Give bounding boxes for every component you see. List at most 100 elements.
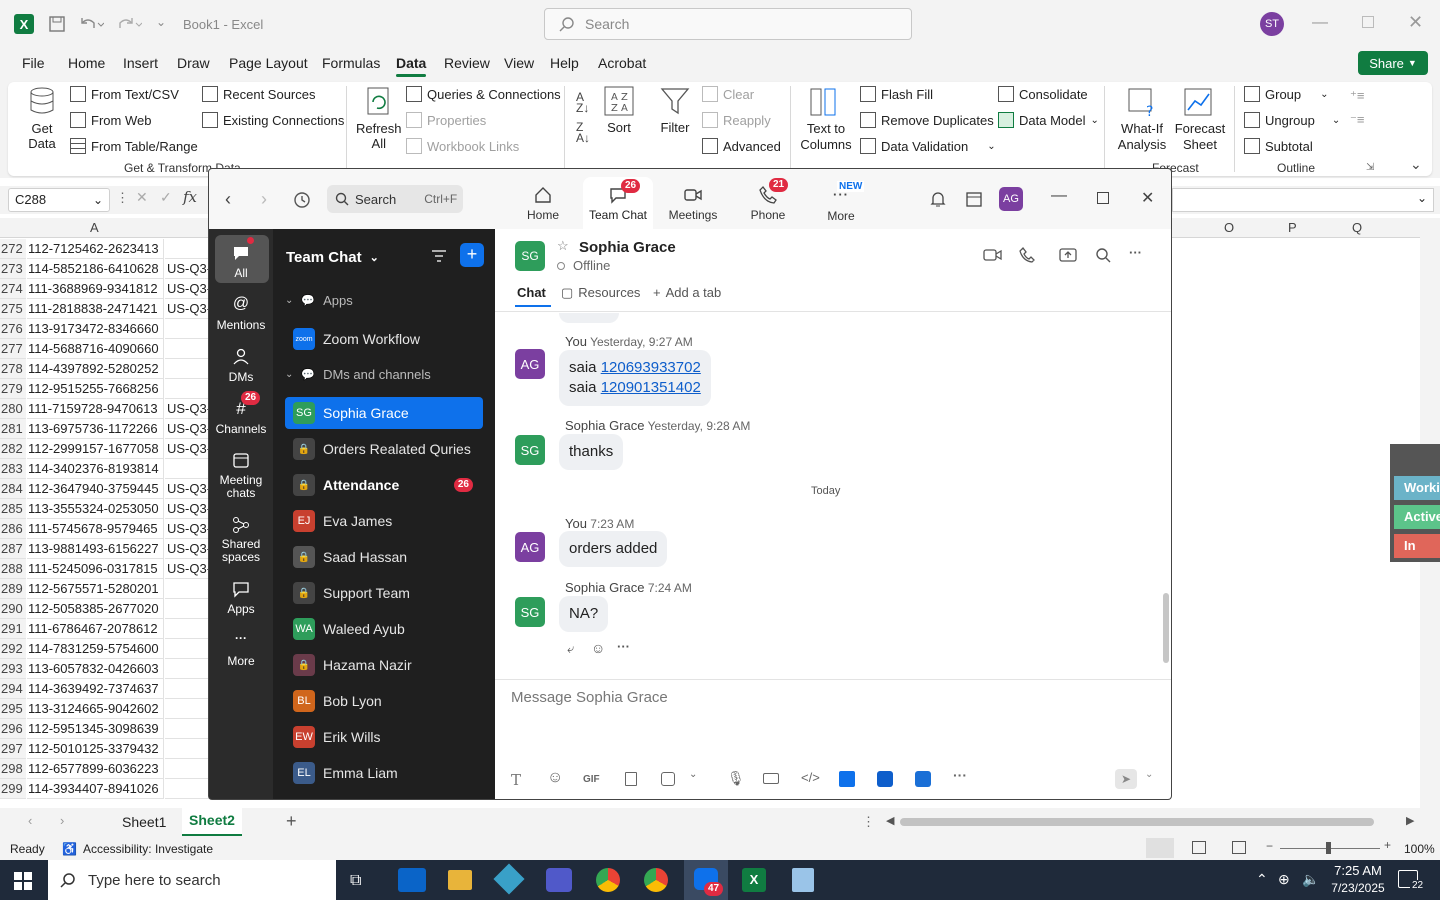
row-number[interactable]: 274	[0, 279, 26, 299]
tab-insert[interactable]: Insert	[123, 55, 158, 71]
list-item-zoom-workflow[interactable]: zoom Zoom Workflow	[285, 323, 483, 355]
cell-a[interactable]: 114-3934407-8941026	[27, 779, 164, 799]
sender-avatar[interactable]: AG	[515, 349, 545, 379]
tab-help[interactable]: Help	[550, 55, 579, 71]
list-item-contact[interactable]: 🔒 Support Team	[285, 577, 483, 609]
contact-avatar[interactable]: SG	[515, 241, 545, 271]
horizontal-scrollbar[interactable]	[900, 818, 1374, 826]
list-item-contact[interactable]: BL Bob Lyon	[285, 685, 483, 717]
cell-b[interactable]: US-Q3-	[165, 399, 210, 419]
row-number[interactable]: 272	[0, 239, 26, 259]
sheet-tab-sheet1[interactable]: Sheet1	[122, 814, 166, 830]
reapply-button[interactable]: Reapply	[702, 112, 771, 128]
row-number[interactable]: 287	[0, 539, 26, 559]
chat-tab-chat[interactable]: Chat	[517, 285, 546, 300]
network-icon[interactable]: ⊕	[1278, 871, 1290, 888]
list-item-contact[interactable]: 🔒 Orders Realated Quries	[285, 433, 483, 465]
cell-a[interactable]: 112-5058385-2677020	[27, 599, 164, 619]
next-sheet-icon[interactable]: ›	[60, 813, 64, 828]
from-table-button[interactable]: From Table/Range	[70, 138, 198, 154]
row-number[interactable]: 273	[0, 259, 26, 279]
section-dms-channels[interactable]: ⌄ 💬 DMs and channels	[285, 367, 431, 382]
ungroup-button[interactable]: Ungroup ⌄	[1244, 112, 1340, 128]
cell-a[interactable]: 114-7831259-5754600	[27, 639, 164, 659]
cell-a[interactable]: 112-5010125-3379432	[27, 739, 164, 759]
sender-avatar[interactable]: SG	[515, 597, 545, 627]
sort-az-button[interactable]: A Z↓	[576, 91, 589, 114]
row-number[interactable]: 291	[0, 619, 26, 639]
cell-b[interactable]	[165, 619, 210, 639]
advanced-button[interactable]: Advanced	[702, 138, 781, 154]
row-number[interactable]: 295	[0, 699, 26, 719]
outlook-icon[interactable]	[398, 868, 426, 892]
forecast-sheet-button[interactable]	[1182, 86, 1214, 118]
cell-a[interactable]: 113-9173472-8346660	[27, 319, 164, 339]
message-input[interactable]: Message Sophia Grace	[511, 689, 1151, 717]
chrome-icon[interactable]	[596, 868, 620, 892]
zoom-search[interactable]: Search Ctrl+F	[327, 185, 463, 213]
cell-b[interactable]	[165, 319, 210, 339]
cell-a[interactable]: 114-4397892-5280252	[27, 359, 164, 379]
status-tag-inactive[interactable]: In Acti	[1394, 534, 1440, 558]
emoji-icon[interactable]: ☺	[547, 769, 563, 787]
add-tab-button[interactable]: + Add a tab	[653, 285, 721, 300]
chevron-down-icon[interactable]: ⌄	[1145, 769, 1153, 780]
sort-button[interactable]: A ZZ A Sort	[604, 86, 634, 135]
cell-a[interactable]: 111-6786467-2078612	[27, 619, 164, 639]
nav-team-chat[interactable]: Team Chat 26	[583, 177, 653, 229]
row-number[interactable]: 286	[0, 519, 26, 539]
chevron-down-icon[interactable]: ⌄	[689, 769, 697, 780]
reply-icon[interactable]: ⤶	[567, 641, 574, 657]
send-button[interactable]: ➤	[1115, 769, 1137, 789]
rail-dms[interactable]: DMs	[209, 347, 273, 384]
cell-b[interactable]	[165, 339, 210, 359]
add-sheet-icon[interactable]: +	[286, 811, 297, 832]
accessibility-button[interactable]: ♿ Accessibility: Investigate	[62, 842, 213, 856]
row-number[interactable]: 290	[0, 599, 26, 619]
cancel-entry-icon[interactable]: ✕	[136, 189, 148, 206]
cell-b[interactable]	[165, 779, 210, 799]
cell-b[interactable]	[165, 719, 210, 739]
excel-search-box[interactable]: Search	[544, 8, 912, 40]
phone-call-icon[interactable]	[1019, 247, 1035, 263]
file-explorer-icon[interactable]	[448, 870, 472, 890]
minimize-icon[interactable]: —	[1051, 187, 1067, 205]
cell-b[interactable]: US-Q3-	[165, 539, 210, 559]
maximize-icon[interactable]	[1362, 16, 1374, 28]
message-bubble[interactable]: orders added	[559, 531, 668, 567]
video-call-icon[interactable]	[983, 247, 1003, 263]
cell-a[interactable]: 112-2999157-1677058	[27, 439, 164, 459]
more-options-icon[interactable]: ⋮	[116, 190, 129, 206]
taskbar-time[interactable]: 7:25 AM	[1330, 863, 1386, 878]
cell-a[interactable]: 112-5951345-3098639	[27, 719, 164, 739]
taskbar-search[interactable]: Type here to search	[48, 860, 336, 900]
windows-start-icon[interactable]	[14, 872, 32, 890]
app-shortcut-icon[interactable]	[915, 771, 931, 787]
column-header-o[interactable]: O	[1224, 220, 1234, 235]
zoom-in-icon[interactable]: +	[1384, 838, 1391, 852]
cell-b[interactable]	[165, 639, 210, 659]
row-number[interactable]: 294	[0, 679, 26, 699]
tab-view[interactable]: View	[504, 55, 534, 71]
cell-a[interactable]: 112-7125462-2623413	[27, 239, 164, 259]
rail-mentions[interactable]: @ Mentions	[209, 295, 273, 332]
formula-input[interactable]: ⌄	[1172, 188, 1434, 212]
workbook-links-button[interactable]: Workbook Links	[406, 138, 519, 154]
chat-scrollbar[interactable]	[1163, 593, 1169, 663]
row-number[interactable]: 299	[0, 779, 26, 799]
close-icon[interactable]: ✕	[1141, 188, 1154, 208]
cell-a[interactable]: 112-5675571-5280201	[27, 579, 164, 599]
from-text-csv-button[interactable]: From Text/CSV	[70, 86, 179, 102]
consolidate-button[interactable]: Consolidate	[998, 86, 1088, 102]
list-item-contact[interactable]: EL Emma Liam	[285, 757, 483, 789]
cell-a[interactable]: 113-6057832-0426603	[27, 659, 164, 679]
remove-duplicates-button[interactable]: Remove Duplicates	[860, 112, 994, 128]
status-tag-working[interactable]: Worki	[1394, 476, 1440, 500]
subtotal-button[interactable]: Subtotal	[1244, 138, 1313, 154]
list-item-contact[interactable]: 🔒 Saad Hassan	[285, 541, 483, 573]
back-icon[interactable]: ‹	[225, 189, 231, 210]
get-data-label[interactable]: Get Data	[24, 121, 60, 151]
nav-home[interactable]: Home	[513, 177, 573, 225]
undo-icon[interactable]	[78, 15, 104, 33]
section-apps[interactable]: ⌄ 💬 Apps	[285, 293, 353, 308]
